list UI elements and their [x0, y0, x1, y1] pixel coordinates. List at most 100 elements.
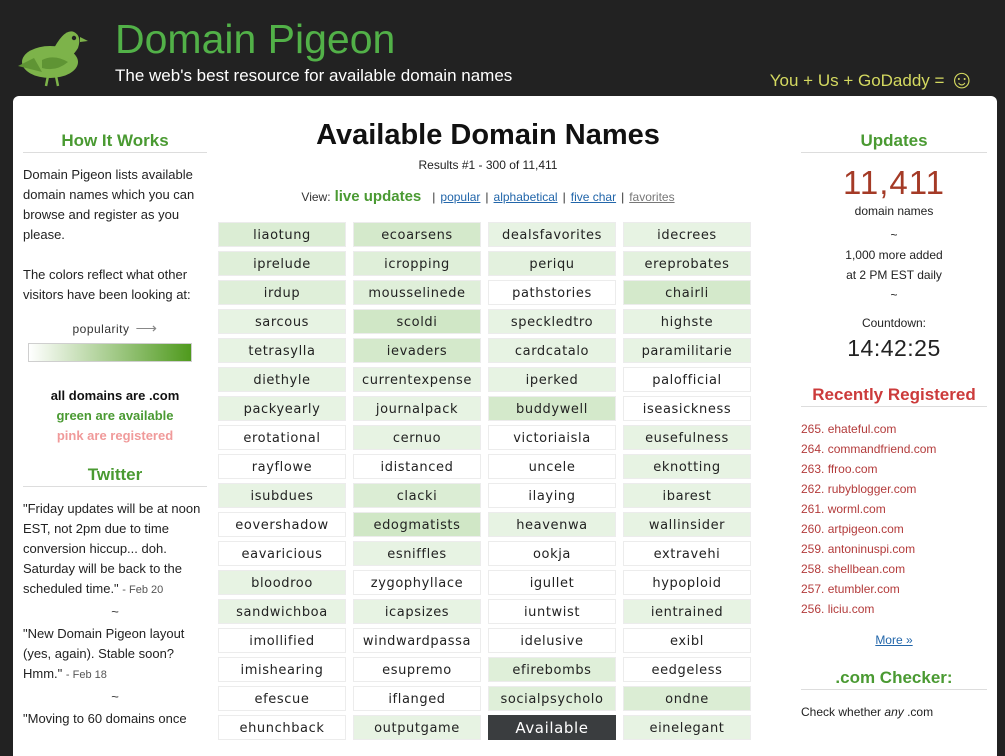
view-popular-link[interactable]: popular [440, 190, 480, 204]
domain-cell[interactable]: uncele [488, 454, 616, 479]
domain-cell[interactable]: mousselinede [353, 280, 481, 305]
domain-cell[interactable]: idecrees [623, 222, 751, 247]
recent-domain-name[interactable]: worml.com [828, 502, 886, 516]
domain-cell[interactable]: iperked [488, 367, 616, 392]
recent-domain-name[interactable]: ffroo.com [828, 462, 878, 476]
domain-cell[interactable]: cernuo [353, 425, 481, 450]
domain-cell[interactable]: efescue [218, 686, 346, 711]
domain-cell[interactable]: chairli [623, 280, 751, 305]
godaddy-partner-link[interactable]: You + Us + GoDaddy = ☺ [770, 64, 975, 95]
domain-cell[interactable]: extravehi [623, 541, 751, 566]
domain-cell[interactable]: iflanged [353, 686, 481, 711]
domain-cell[interactable]: bloodroo [218, 570, 346, 595]
domain-cell[interactable]: iseasickness [623, 396, 751, 421]
domain-cell[interactable]: tetrasylla [218, 338, 346, 363]
recent-domain-item[interactable]: 263. ffroo.com [801, 459, 987, 479]
domain-cell[interactable]: ookja [488, 541, 616, 566]
domain-cell[interactable]: esniffles [353, 541, 481, 566]
domain-cell[interactable]: journalpack [353, 396, 481, 421]
domain-cell[interactable]: igullet [488, 570, 616, 595]
domain-cell[interactable]: windwardpassa [353, 628, 481, 653]
recent-domain-item[interactable]: 264. commandfriend.com [801, 439, 987, 459]
domain-cell[interactable]: erotational [218, 425, 346, 450]
domain-cell[interactable]: socialpsycholo [488, 686, 616, 711]
recent-domain-name[interactable]: liciu.com [828, 602, 875, 616]
domain-cell[interactable]: imishearing [218, 657, 346, 682]
domain-cell[interactable]: eavaricious [218, 541, 346, 566]
domain-cell[interactable]: edogmatists [353, 512, 481, 537]
domain-cell[interactable]: ecoarsens [353, 222, 481, 247]
available-banner[interactable]: Available [488, 715, 616, 740]
domain-cell[interactable]: paramilitarie [623, 338, 751, 363]
domain-cell[interactable]: scoldi [353, 309, 481, 334]
domain-cell[interactable]: ibarest [623, 483, 751, 508]
recent-domain-item[interactable]: 257. etumbler.com [801, 579, 987, 599]
site-title[interactable]: Domain Pigeon [115, 14, 395, 64]
view-favorites-link[interactable]: favorites [629, 190, 674, 204]
recent-domain-item[interactable]: 265. ehateful.com [801, 419, 987, 439]
domain-cell[interactable]: hypoploid [623, 570, 751, 595]
domain-cell[interactable]: victoriaisla [488, 425, 616, 450]
recent-domain-name[interactable]: rubyblogger.com [828, 482, 917, 496]
more-link[interactable]: More » [875, 633, 912, 647]
domain-cell[interactable]: sandwichboa [218, 599, 346, 624]
domain-cell[interactable]: einelegant [623, 715, 751, 740]
domain-cell[interactable]: ehunchback [218, 715, 346, 740]
domain-cell[interactable]: wallinsider [623, 512, 751, 537]
domain-cell[interactable]: diethyle [218, 367, 346, 392]
domain-cell[interactable]: ondne [623, 686, 751, 711]
domain-cell[interactable]: outputgame [353, 715, 481, 740]
view-live-updates[interactable]: live updates [335, 188, 422, 205]
pigeon-icon[interactable] [12, 22, 92, 90]
domain-cell[interactable]: clacki [353, 483, 481, 508]
recent-domain-name[interactable]: artpigeon.com [828, 522, 904, 536]
domain-cell[interactable]: zygophyllace [353, 570, 481, 595]
recent-domain-name[interactable]: ehateful.com [828, 422, 897, 436]
domain-cell[interactable]: sarcous [218, 309, 346, 334]
domain-cell[interactable]: idistanced [353, 454, 481, 479]
recent-domain-item[interactable]: 260. artpigeon.com [801, 519, 987, 539]
domain-cell[interactable]: eovershadow [218, 512, 346, 537]
domain-cell[interactable]: heavenwa [488, 512, 616, 537]
recent-domain-name[interactable]: etumbler.com [828, 582, 900, 596]
domain-cell[interactable]: cardcatalo [488, 338, 616, 363]
domain-cell[interactable]: eedgeless [623, 657, 751, 682]
view-alphabetical-link[interactable]: alphabetical [494, 190, 558, 204]
recent-domain-item[interactable]: 259. antoninuspi.com [801, 539, 987, 559]
domain-cell[interactable]: imollified [218, 628, 346, 653]
domain-cell[interactable]: irdup [218, 280, 346, 305]
domain-cell[interactable]: ilaying [488, 483, 616, 508]
domain-cell[interactable]: idelusive [488, 628, 616, 653]
domain-cell[interactable]: eknotting [623, 454, 751, 479]
domain-cell[interactable]: speckledtro [488, 309, 616, 334]
view-five-char-link[interactable]: five char [571, 190, 616, 204]
domain-cell[interactable]: icropping [353, 251, 481, 276]
recent-domain-name[interactable]: shellbean.com [828, 562, 905, 576]
recent-domain-item[interactable]: 261. worml.com [801, 499, 987, 519]
domain-cell[interactable]: icapsizes [353, 599, 481, 624]
domain-cell[interactable]: eusefulness [623, 425, 751, 450]
domain-cell[interactable]: palofficial [623, 367, 751, 392]
domain-cell[interactable]: pathstories [488, 280, 616, 305]
domain-cell[interactable]: periqu [488, 251, 616, 276]
domain-cell[interactable]: ientrained [623, 599, 751, 624]
recent-domain-item[interactable]: 262. rubyblogger.com [801, 479, 987, 499]
domain-cell[interactable]: iprelude [218, 251, 346, 276]
recent-domain-item[interactable]: 258. shellbean.com [801, 559, 987, 579]
domain-cell[interactable]: dealsfavorites [488, 222, 616, 247]
domain-cell[interactable]: buddywell [488, 396, 616, 421]
domain-cell[interactable]: highste [623, 309, 751, 334]
domain-cell[interactable]: currentexpense [353, 367, 481, 392]
domain-cell[interactable]: packyearly [218, 396, 346, 421]
domain-cell[interactable]: ereprobates [623, 251, 751, 276]
twitter-heading[interactable]: Twitter [23, 466, 207, 487]
recent-domain-name[interactable]: antoninuspi.com [828, 542, 915, 556]
domain-cell[interactable]: exibl [623, 628, 751, 653]
recent-domain-item[interactable]: 256. liciu.com [801, 599, 987, 619]
recent-domain-name[interactable]: commandfriend.com [828, 442, 937, 456]
domain-cell[interactable]: iuntwist [488, 599, 616, 624]
domain-cell[interactable]: isubdues [218, 483, 346, 508]
domain-cell[interactable]: esupremo [353, 657, 481, 682]
domain-cell[interactable]: ievaders [353, 338, 481, 363]
domain-cell[interactable]: liaotung [218, 222, 346, 247]
